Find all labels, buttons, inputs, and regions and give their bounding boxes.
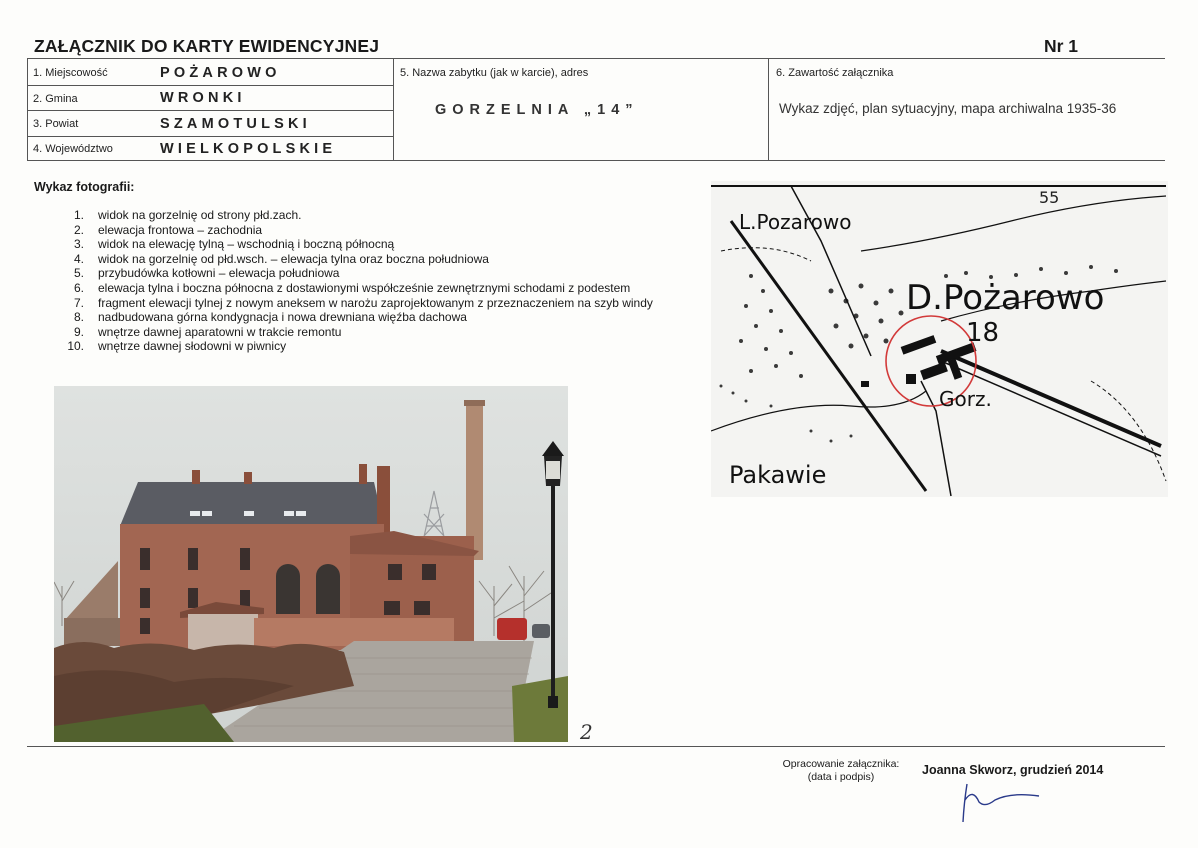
table-row-divider [27,85,393,86]
locality-value: POŻAROWO [160,65,281,81]
list-item: 4. widok na gorzelnię od płd.wsch. – elew… [73,251,489,266]
list-item: 9. wnętrze dawnej aparatowni w trakcie re… [73,324,342,339]
table-column-divider [393,58,394,161]
table-row-divider [27,110,393,111]
document-title: ZAŁĄCZNIK DO KARTY EWIDENCYJNEJ [34,36,380,56]
author-and-date: Joanna Skworz, grudzień 2014 [922,763,1104,777]
attachment-number: Nr 1 [1044,36,1079,56]
table-left-border [27,58,28,161]
footer-divider [27,746,1165,747]
list-item: 6. elewacja tylna i boczna północna z dos… [73,280,631,295]
distillery-photo [54,386,568,742]
map-label-gorz: Gorz. [939,387,992,411]
commune-value: WRONKI [160,90,246,106]
list-item: 8. nadbudowana górna kondygnacja i nowa d… [73,310,467,325]
list-item: 7. fragment elewacji tylnej z nowym aneks… [73,295,653,310]
map-label-pakawie: Pakawie [729,461,826,489]
prepared-sublabel: (data i podpis) [807,771,875,783]
prepared-label: Opracowanie załącznika: [782,758,900,770]
table-bottom-border [27,160,1165,161]
monument-name-label: 5. Nazwa zabytku (jak w karcie), adres [400,67,589,79]
table-top-border [27,58,1165,59]
archival-map: L.Pozarowo D.Pożarowo 18 Gorz. Pakawie 5… [711,181,1168,497]
photo-list-heading: Wykaz fotografii: [34,180,135,194]
contents-value: Wykaz zdjęć, plan sytuacyjny, mapa archi… [779,101,1117,116]
prepared-by-label: Opracowanie załącznika: (data i podpis) [775,758,907,784]
monument-name-value: GORZELNIA „14” [435,102,639,118]
county-value: SZAMOTULSKI [160,116,311,132]
voivodeship-label: 4. Województwo [33,143,113,155]
commune-label: 2. Gmina [33,93,78,105]
map-label-l-pozarowo: L.Pozarowo [739,210,851,234]
list-item: 10. wnętrze dawnej słodowni w piwnicy [67,339,287,354]
photo-list: 1. widok na gorzelnię od strony płd.zach.… [56,208,653,354]
map-label-18: 18 [966,318,999,348]
county-label: 3. Powiat [33,118,79,130]
map-label-55: 55 [1039,188,1059,207]
list-item: 5. przybudówka kotłowni – elewacja połudn… [73,266,340,281]
table-column-divider [768,58,769,161]
table-row-divider [27,136,393,137]
list-item: 1. widok na gorzelnię od strony płd.zach. [73,208,302,222]
photo-number: 2 [580,720,593,744]
locality-label: 1. Miejscowość [33,67,108,79]
list-item: 2. elewacja frontowa – zachodnia [73,222,263,237]
list-item: 3. widok na elewację tylną – wschodnią i … [73,237,395,252]
map-label-d-pozarowo: D.Pożarowo [906,278,1104,318]
voivodeship-value: WIELKOPOLSKIE [160,141,337,157]
contents-label: 6. Zawartość załącznika [776,67,894,79]
handwritten-signature [962,783,1040,823]
